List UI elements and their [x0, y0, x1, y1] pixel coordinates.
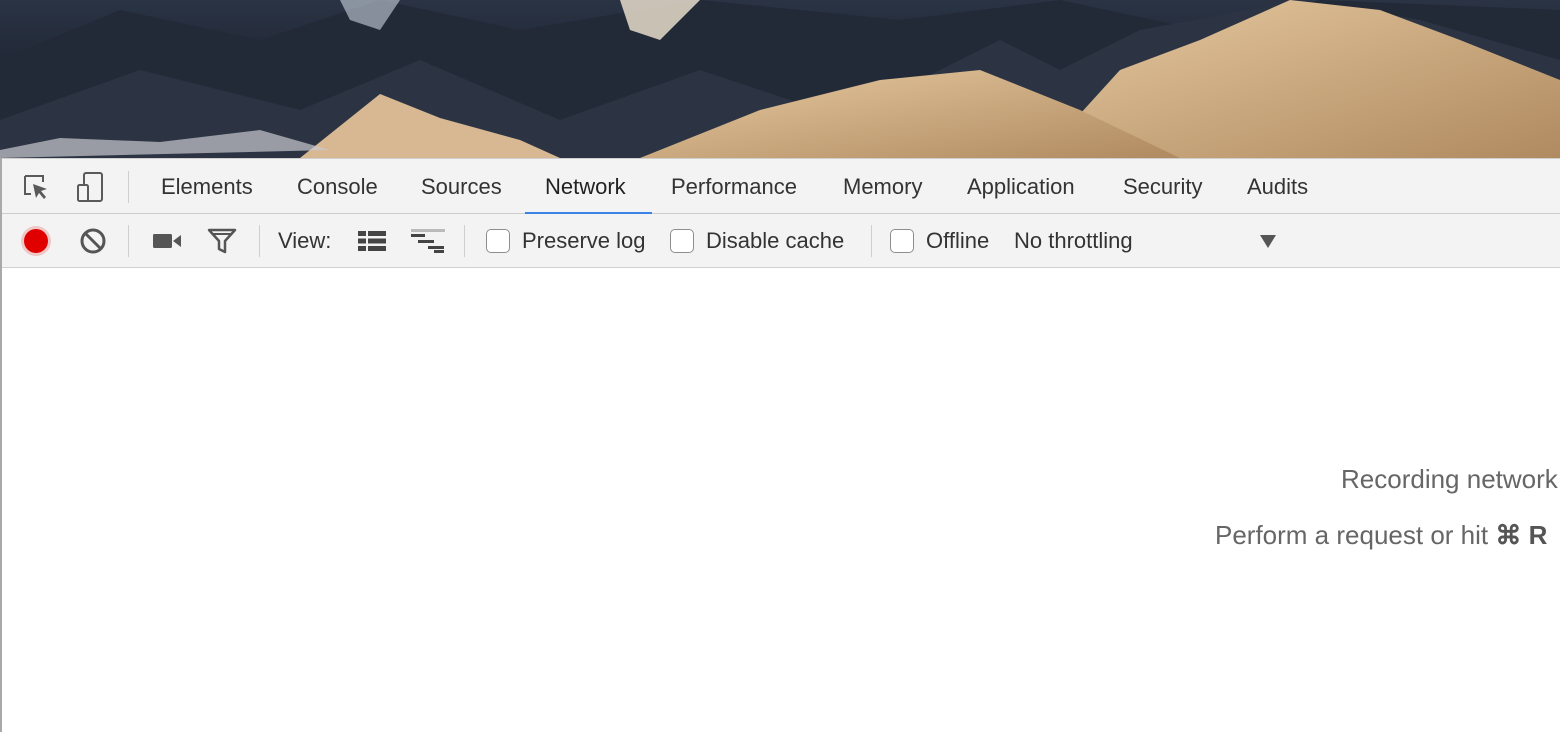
clear-icon[interactable] — [75, 223, 111, 259]
tab-memory[interactable]: Memory — [823, 159, 942, 214]
devtools-tabbar: Elements Console Sources Network Perform… — [2, 158, 1560, 215]
empty-state-hint: Perform a request or hit ⌘ R — [1215, 520, 1547, 551]
preserve-log-checkbox[interactable]: Preserve log — [486, 214, 646, 268]
network-requests-area: Recording network Perform a request or h… — [2, 268, 1560, 732]
network-toolbar: View: Preserve log Disable cache Offline… — [2, 214, 1560, 268]
toolbar-divider — [464, 225, 465, 257]
device-toolbar-icon[interactable] — [72, 169, 108, 205]
offline-label: Offline — [926, 228, 990, 253]
large-rows-list-icon[interactable] — [354, 223, 390, 259]
toolbar-divider — [128, 225, 129, 257]
empty-state-title: Recording network — [1341, 464, 1558, 494]
filter-icon[interactable] — [204, 223, 240, 259]
reload-shortcut: ⌘ R — [1495, 520, 1548, 550]
toolbar-divider — [128, 171, 129, 203]
disable-cache-box[interactable] — [670, 229, 694, 253]
toolbar-divider — [259, 225, 260, 257]
capture-screenshots-icon[interactable] — [149, 223, 185, 259]
offline-checkbox[interactable]: Offline — [890, 214, 989, 268]
page-background-photo — [0, 0, 1560, 158]
throttling-dropdown[interactable]: No throttling — [1014, 214, 1294, 268]
inspect-element-icon[interactable] — [18, 169, 54, 205]
tab-security[interactable]: Security — [1103, 159, 1222, 214]
tab-network[interactable]: Network — [525, 159, 652, 215]
toolbar-divider — [871, 225, 872, 257]
tab-performance[interactable]: Performance — [651, 159, 817, 214]
dropdown-arrow-icon — [1260, 235, 1276, 248]
disable-cache-checkbox[interactable]: Disable cache — [670, 214, 844, 268]
record-button[interactable] — [18, 223, 54, 259]
preserve-log-box[interactable] — [486, 229, 510, 253]
waterfall-overview-icon[interactable] — [410, 223, 446, 259]
tab-console[interactable]: Console — [277, 159, 398, 214]
offline-box[interactable] — [890, 229, 914, 253]
view-label: View: — [278, 228, 332, 253]
disable-cache-label: Disable cache — [706, 228, 845, 253]
tab-audits[interactable]: Audits — [1227, 159, 1328, 214]
empty-state-hint-text: Perform a request or hit — [1215, 520, 1496, 550]
preserve-log-label: Preserve log — [522, 228, 646, 253]
tab-elements[interactable]: Elements — [141, 159, 273, 214]
tab-application[interactable]: Application — [947, 159, 1095, 214]
devtools-panel: Elements Console Sources Network Perform… — [0, 158, 1560, 732]
throttling-value: No throttling — [1014, 228, 1133, 253]
tab-sources[interactable]: Sources — [401, 159, 522, 214]
